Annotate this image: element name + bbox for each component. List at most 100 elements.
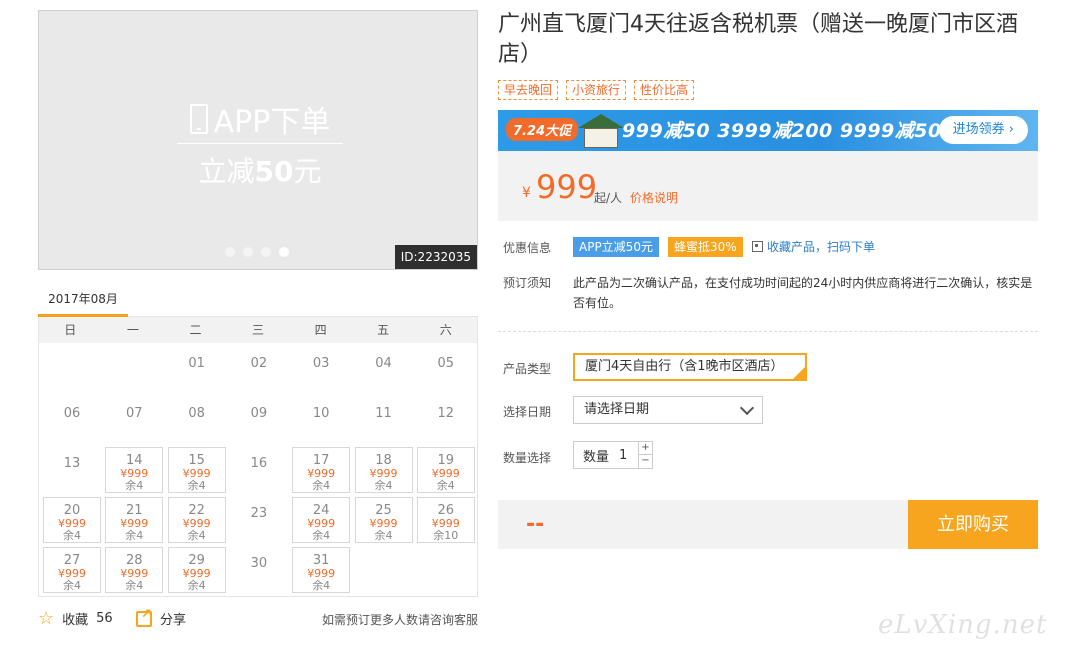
promo-line2: 立减50元 (177, 150, 343, 190)
weekday-label: 五 (377, 323, 390, 337)
calendar-day-available[interactable]: 17 ¥999 余4 (292, 447, 351, 493)
calendar-day-available[interactable]: 15 ¥999 余4 (167, 447, 226, 493)
day-stock: 余4 (187, 479, 206, 492)
date-select-value: 请选择日期 (584, 402, 650, 417)
day-number: 14 (126, 453, 143, 468)
price-explanation-link[interactable]: 价格说明 (630, 189, 678, 206)
day-number: 29 (188, 553, 205, 568)
calendar-day-available[interactable]: 22 ¥999 余4 (167, 497, 226, 543)
quantity-stepper[interactable]: 数量 1 + − (573, 441, 653, 469)
day-number: 20 (63, 503, 81, 518)
weekday-label: 四 (314, 323, 327, 337)
quantity-steppers: + − (638, 442, 652, 468)
day-number: 15 (188, 453, 205, 468)
day-number: 03 (312, 356, 330, 371)
promo-banner[interactable]: 7.24大促 999减50 3999减200 9999减500 进场领券 › (498, 110, 1038, 151)
day-number: 31 (312, 553, 330, 568)
price-box: ¥ 999 起/人 价格说明 (498, 151, 1038, 221)
calendar-day-available[interactable]: 20 ¥999 余4 (43, 497, 101, 543)
day-number: 22 (188, 503, 205, 518)
day-number: 25 (375, 503, 392, 518)
carousel-dot-active[interactable] (279, 247, 289, 257)
calendar-day-available[interactable]: 28 ¥999 余4 (105, 547, 164, 593)
day-stock: 余4 (374, 479, 393, 492)
banner-coupon-button[interactable]: 进场领券 › (938, 116, 1028, 144)
day-number: 26 (437, 503, 455, 518)
decrement-button[interactable]: − (639, 455, 652, 468)
product-title: 广州直飞厦门4天往返含税机票（赠送一晚厦门市区酒店） (498, 12, 1018, 67)
carousel-dot[interactable] (225, 247, 235, 257)
promo-line2-suffix: 元 (293, 155, 322, 188)
calendar-day-available[interactable]: 18 ¥999 余4 (354, 447, 413, 493)
star-icon: ☆ (38, 607, 55, 629)
day-number: 12 (437, 406, 455, 421)
calendar-day-available[interactable]: 14 ¥999 余4 (105, 447, 164, 493)
promo-divider (177, 143, 343, 144)
promo-app-text: APP下单 (213, 105, 331, 140)
day-stock: 余4 (187, 579, 206, 592)
day-number: 01 (188, 356, 205, 371)
calendar-day-available[interactable]: 27 ¥999 余4 (43, 547, 101, 593)
day-number: 21 (126, 503, 143, 518)
product-type-value: 厦门4天自由行（含1晚市区酒店） (585, 359, 784, 374)
day-stock: 余4 (63, 529, 81, 542)
date-select[interactable]: 请选择日期 (573, 396, 763, 424)
calendar-day-available[interactable]: 26 ¥999 余10 (416, 497, 475, 543)
day-number: 30 (250, 556, 268, 571)
day-number: 19 (437, 453, 455, 468)
day-stock: 余4 (125, 479, 144, 492)
promo-line2-prefix: 立减 (198, 155, 255, 188)
share-button[interactable]: 分享 (136, 607, 186, 628)
day-stock: 余4 (312, 479, 331, 492)
increment-button[interactable]: + (639, 442, 652, 455)
total-price: -- (526, 512, 545, 537)
quantity-prefix: 数量 (583, 449, 610, 465)
carousel-dot[interactable] (243, 247, 253, 257)
share-icon (136, 607, 152, 627)
calendar-day-available[interactable]: 19 ¥999 余4 (416, 447, 475, 493)
buy-now-button[interactable]: 立即购买 (908, 500, 1038, 549)
product-tag: 性价比高 (634, 80, 695, 100)
calendar-day: 01 (168, 347, 226, 393)
calendar-day-available[interactable]: 24 ¥999 余4 (292, 497, 351, 543)
product-tags: 早去晚回 小资旅行 性价比高 (498, 80, 695, 100)
calendar-day: 04 (355, 347, 413, 393)
product-type-option[interactable]: 厦门4天自由行（含1晚市区酒店） (573, 353, 807, 381)
qr-code-icon (752, 241, 763, 252)
day-number: 05 (437, 356, 455, 371)
price-amount: 999 (536, 168, 598, 206)
day-number: 18 (375, 453, 392, 468)
promo-line1: APP下单 (177, 99, 343, 140)
favorite-count: 56 (96, 611, 113, 626)
weekday-label: 三 (252, 323, 265, 337)
tab-month[interactable]: 2017年08月 (38, 285, 128, 317)
product-gallery[interactable]: APP下单 立减50元 ID:2232035 (38, 10, 478, 270)
house-body (584, 128, 618, 148)
price-unit: 起/人 (594, 191, 623, 205)
day-number: 11 (375, 406, 392, 421)
carousel-dot[interactable] (261, 247, 271, 257)
favorite-button[interactable]: ☆ 收藏 56 (38, 609, 113, 628)
calendar-day-available[interactable]: 31 ¥999 余4 (292, 547, 351, 593)
product-page: APP下单 立减50元 ID:2232035 2017年08月 日 一 二 三 四 五 六 … (0, 0, 1083, 661)
day-number: 23 (250, 506, 268, 521)
calendar-day: 13 (43, 447, 101, 493)
discount-label: 优惠信息 (503, 241, 552, 255)
quantity-label: 数量选择 (503, 451, 552, 465)
favorite-label: 收藏 (62, 613, 89, 628)
qr-order-link[interactable]: 收藏产品，扫码下单 (752, 238, 875, 255)
day-number: 08 (188, 406, 205, 421)
day-stock: 余4 (436, 479, 455, 492)
notice-label: 预订须知 (503, 276, 552, 290)
qr-link-label: 收藏产品，扫码下单 (767, 240, 876, 254)
calendar-day: 12 (417, 397, 475, 443)
carousel-dots (225, 247, 289, 257)
consult-service-link[interactable]: 如需预订更多人数请咨询客服 (322, 611, 478, 628)
calendar-day-available[interactable]: 29 ¥999 余4 (167, 547, 226, 593)
calendar-day: 05 (417, 347, 475, 393)
calendar-day-available[interactable]: 21 ¥999 余4 (105, 497, 164, 543)
calendar-day-available[interactable]: 25 ¥999 余4 (354, 497, 413, 543)
booking-notice: 此产品为二次确认产品，在支付成功时间起的24小时内供应商将进行二次确认，核实是否… (573, 276, 1033, 310)
day-number: 16 (250, 456, 268, 471)
promo-amount: 50 (254, 155, 294, 188)
